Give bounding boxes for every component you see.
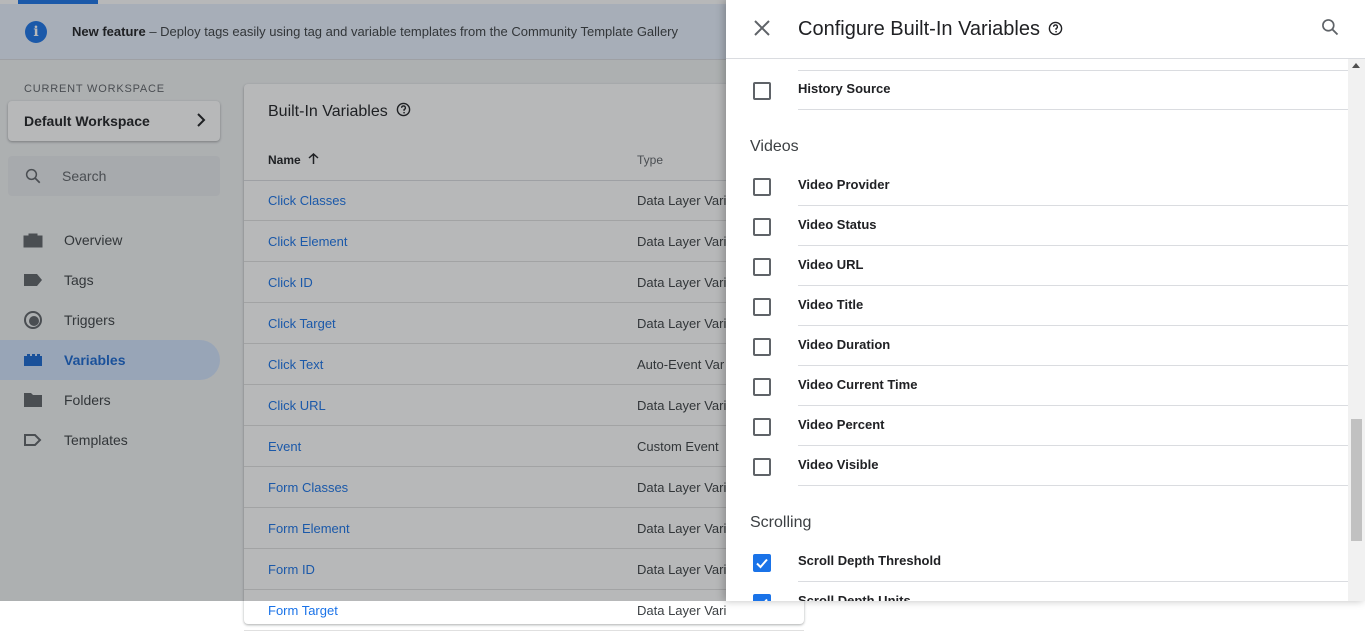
checkbox[interactable] — [753, 218, 771, 236]
checkmark-icon — [756, 558, 768, 569]
checkbox-item-video-current-time[interactable]: Video Current Time — [726, 366, 1348, 406]
variable-type: Data Layer Vari — [637, 603, 727, 618]
checkbox-checked[interactable] — [753, 594, 771, 601]
checkbox-item-video-status[interactable]: Video Status — [726, 206, 1348, 246]
section-title-scrolling: Scrolling — [750, 514, 812, 531]
checkbox[interactable] — [753, 82, 771, 100]
help-icon[interactable] — [1048, 19, 1063, 42]
close-icon[interactable] — [751, 17, 773, 39]
checkbox-checked[interactable] — [753, 554, 771, 572]
drawer-body: History Source Videos Scrolling Video Pr… — [726, 58, 1348, 601]
checkbox-label: Video Percent — [798, 417, 885, 432]
checkbox[interactable] — [753, 378, 771, 396]
checkbox[interactable] — [753, 298, 771, 316]
checkbox-item-video-provider[interactable]: Video Provider — [726, 166, 1348, 206]
checkbox-label: Video Duration — [798, 337, 891, 352]
divider — [798, 485, 1348, 486]
checkbox-item-video-percent[interactable]: Video Percent — [726, 406, 1348, 446]
search-icon[interactable] — [1320, 17, 1340, 37]
modal-scrim[interactable] — [0, 0, 726, 601]
checkbox-label: Video Provider — [798, 177, 890, 192]
checkbox-item-history-source[interactable]: History Source — [726, 70, 1348, 110]
checkbox-label: History Source — [798, 81, 891, 96]
checkbox-label: Scroll Depth Threshold — [798, 553, 942, 568]
drawer-header: Configure Built-In Variables — [726, 0, 1365, 59]
checkbox-label: Video Status — [798, 217, 877, 232]
checkmark-icon — [764, 598, 768, 601]
checkbox[interactable] — [753, 258, 771, 276]
scrollbar[interactable] — [1348, 58, 1365, 601]
scrollbar-thumb[interactable] — [1351, 419, 1362, 541]
checkbox-label: Video Title — [798, 297, 864, 312]
variable-name-link[interactable]: Form Target — [268, 603, 338, 618]
divider — [798, 109, 1348, 110]
drawer-title: Configure Built-In Variables — [798, 17, 1063, 42]
checkbox-item-video-url[interactable]: Video URL — [726, 246, 1348, 286]
scroll-up-arrow[interactable] — [1352, 63, 1360, 68]
checkbox-item-video-duration[interactable]: Video Duration — [726, 326, 1348, 366]
checkbox-item-video-title[interactable]: Video Title — [726, 286, 1348, 326]
checkbox-item-scroll-depth-threshold[interactable]: Scroll Depth Threshold — [726, 542, 1348, 582]
checkbox-label: Video Current Time — [798, 377, 918, 392]
checkbox[interactable] — [753, 458, 771, 476]
checkbox-label: Video URL — [798, 257, 864, 272]
drawer-title-text: Configure Built-In Variables — [798, 18, 1040, 40]
checkbox[interactable] — [753, 178, 771, 196]
checkbox-item-video-visible[interactable]: Video Visible — [726, 446, 1348, 486]
checkbox[interactable] — [753, 418, 771, 436]
checkbox[interactable] — [753, 338, 771, 356]
configure-builtin-variables-drawer: Configure Built-In Variables History Sou… — [726, 0, 1365, 601]
section-title-videos: Videos — [750, 138, 799, 155]
checkbox-label: Video Visible — [798, 457, 879, 472]
checkbox-label: Scroll Depth Units — [798, 593, 911, 601]
checkbox-item-scroll-depth-units[interactable]: Scroll Depth Units — [726, 582, 1348, 601]
